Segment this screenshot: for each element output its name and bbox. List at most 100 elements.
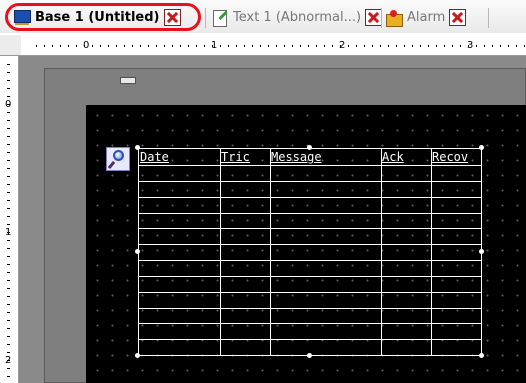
ruler-tick bbox=[228, 45, 229, 47]
ruler-tick bbox=[324, 45, 325, 47]
ruler-tick bbox=[276, 45, 277, 47]
selection-handle[interactable] bbox=[135, 145, 140, 150]
text-screen-icon bbox=[211, 9, 228, 27]
ruler-tick bbox=[7, 264, 10, 265]
column-header-recov: Recov bbox=[432, 150, 469, 164]
ruler-tick bbox=[452, 45, 453, 47]
close-tab-icon[interactable] bbox=[449, 8, 467, 26]
ruler-tick bbox=[7, 88, 10, 89]
ruler-tick bbox=[7, 280, 10, 281]
ruler-tick bbox=[7, 328, 10, 329]
ruler-tick bbox=[7, 288, 10, 289]
ruler-tick bbox=[7, 256, 10, 257]
ruler-tick bbox=[364, 45, 365, 47]
column-divider bbox=[220, 149, 221, 355]
ruler-tick bbox=[140, 45, 141, 47]
tab-separator bbox=[381, 8, 382, 28]
ruler-tick bbox=[7, 248, 10, 249]
ruler-tick bbox=[7, 304, 10, 305]
ruler-tick bbox=[7, 376, 10, 377]
ruler-tick bbox=[7, 184, 10, 185]
ruler-tick bbox=[316, 45, 317, 47]
ruler-tick bbox=[388, 45, 389, 47]
ruler-tick bbox=[7, 224, 10, 225]
ruler-tick bbox=[7, 120, 10, 121]
selection-handle[interactable] bbox=[479, 145, 484, 150]
table-row-line bbox=[139, 323, 481, 324]
ruler-tick bbox=[100, 45, 101, 47]
ruler-tick bbox=[436, 45, 437, 47]
ruler-tick bbox=[500, 45, 501, 47]
ruler-tick bbox=[516, 45, 517, 47]
ruler-tick bbox=[260, 45, 261, 47]
tab-alarm[interactable]: Alarm bbox=[385, 6, 467, 28]
frame-handle[interactable] bbox=[120, 77, 136, 84]
ruler-tick bbox=[188, 45, 189, 47]
ruler-tick bbox=[236, 45, 237, 47]
ruler-tick bbox=[428, 45, 429, 47]
ruler-tick bbox=[356, 45, 357, 47]
selection-handle[interactable] bbox=[479, 249, 484, 254]
ruler-tick bbox=[7, 352, 10, 353]
ruler-tick bbox=[36, 45, 37, 47]
ruler-tick bbox=[220, 45, 221, 47]
ruler-tick bbox=[108, 45, 109, 47]
ruler-tick bbox=[7, 176, 10, 177]
ruler-tick bbox=[44, 45, 45, 47]
ruler-tick bbox=[7, 368, 10, 369]
ruler-tick bbox=[7, 344, 10, 345]
ruler-tick bbox=[244, 45, 245, 47]
tab-text-1[interactable]: Text 1 (Abnormal...) bbox=[211, 6, 383, 28]
selection-handle[interactable] bbox=[479, 353, 484, 358]
ruler-tick bbox=[196, 45, 197, 47]
ruler-tick bbox=[60, 45, 61, 47]
ruler-tick bbox=[204, 45, 205, 47]
alarm-part-icon[interactable] bbox=[106, 147, 130, 171]
tab-separator bbox=[488, 8, 489, 28]
ruler-tick bbox=[492, 45, 493, 47]
ruler-tick bbox=[164, 45, 165, 47]
ruler-tick bbox=[7, 336, 10, 337]
selection-handle[interactable] bbox=[135, 249, 140, 254]
ruler-tick bbox=[7, 272, 10, 273]
close-tab-icon[interactable] bbox=[365, 8, 383, 26]
table-row-line bbox=[139, 339, 481, 340]
ruler-tick bbox=[52, 45, 53, 47]
column-header-date: Date bbox=[140, 150, 169, 164]
ruler-tick bbox=[92, 45, 93, 47]
ruler-tick bbox=[252, 45, 253, 47]
ruler-tick bbox=[132, 45, 133, 47]
ruler-tick bbox=[7, 96, 10, 97]
ruler-tick bbox=[444, 45, 445, 47]
ruler-label: 3 bbox=[467, 40, 474, 51]
alarm-table-part[interactable]: Date Tric Message Ack Recov bbox=[138, 148, 482, 356]
ruler-tick bbox=[7, 320, 10, 321]
ruler-tick bbox=[172, 45, 173, 47]
table-row-line bbox=[139, 260, 481, 261]
selection-handle[interactable] bbox=[307, 145, 312, 150]
screen-tab-bar: Base 1 (Untitled) Text 1 (Abnormal...) A… bbox=[0, 0, 526, 33]
table-row-line bbox=[139, 213, 481, 214]
vertical-ruler: 0 1 2 bbox=[0, 56, 19, 383]
ruler-tick bbox=[180, 45, 181, 47]
ruler-tick bbox=[7, 216, 10, 217]
ruler-tick bbox=[7, 208, 10, 209]
ruler-tick bbox=[68, 45, 69, 47]
ruler-tick bbox=[420, 45, 421, 47]
ruler-tick bbox=[348, 45, 349, 47]
table-row-line bbox=[139, 292, 481, 293]
table-row-line bbox=[139, 197, 481, 198]
selection-handle[interactable] bbox=[307, 353, 312, 358]
alarm-screen-icon bbox=[385, 9, 403, 27]
ruler-tick bbox=[7, 64, 10, 65]
table-row-line bbox=[139, 244, 481, 245]
table-row-line bbox=[139, 181, 481, 182]
ruler-tick bbox=[300, 45, 301, 47]
highlight-ring bbox=[5, 3, 201, 31]
ruler-tick bbox=[484, 45, 485, 47]
column-header-ack: Ack bbox=[382, 150, 404, 164]
column-header-trig: Tric bbox=[221, 150, 250, 164]
selection-handle[interactable] bbox=[135, 353, 140, 358]
ruler-tick bbox=[156, 45, 157, 47]
ruler-tick bbox=[7, 136, 10, 137]
